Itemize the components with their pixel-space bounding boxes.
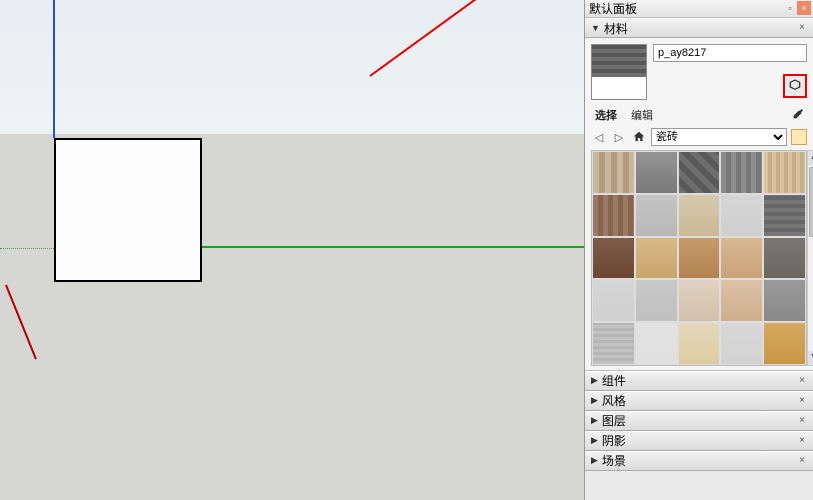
material-thumb[interactable] <box>635 237 678 280</box>
material-thumb[interactable] <box>592 194 635 237</box>
section-head-collapsed[interactable]: ▶ 阴影 × <box>585 431 813 451</box>
cube-plus-icon <box>787 78 803 94</box>
scroll-down-icon[interactable]: ▼ <box>808 351 813 365</box>
material-thumb[interactable] <box>720 322 763 365</box>
expand-triangle-icon: ▶ <box>591 415 598 426</box>
material-thumb[interactable] <box>592 151 635 194</box>
tray-title: 默认面板 <box>589 0 637 17</box>
close-tray-button[interactable]: × <box>797 1 811 15</box>
axis-blue <box>53 0 55 138</box>
library-details-button[interactable] <box>791 129 807 145</box>
materials-body: p_ay8217 选择 编辑 ◁ ▷ 瓷砖 <box>585 38 813 371</box>
nav-forward-button[interactable]: ▷ <box>611 129 627 145</box>
material-thumb[interactable] <box>720 237 763 280</box>
section-label: 阴影 <box>602 432 626 449</box>
tab-select[interactable]: 选择 <box>593 106 619 124</box>
material-thumb[interactable] <box>678 279 721 322</box>
material-thumb[interactable] <box>678 322 721 365</box>
section-head-collapsed[interactable]: ▶ 风格 × <box>585 391 813 411</box>
material-thumb[interactable] <box>635 322 678 365</box>
section-close-button[interactable]: × <box>795 414 809 428</box>
material-thumb[interactable] <box>635 194 678 237</box>
section-head-collapsed[interactable]: ▶ 场景 × <box>585 451 813 471</box>
model-face[interactable] <box>54 138 202 282</box>
section-head-collapsed[interactable]: ▶ 图层 × <box>585 411 813 431</box>
material-thumbnail-grid <box>591 150 807 366</box>
section-close-button[interactable]: × <box>795 374 809 388</box>
material-thumb[interactable] <box>763 279 806 322</box>
expand-triangle-icon: ▶ <box>591 455 598 466</box>
material-thumb[interactable] <box>635 151 678 194</box>
library-select[interactable]: 瓷砖 <box>651 128 787 146</box>
section-close-button[interactable]: × <box>795 434 809 448</box>
section-label: 组件 <box>602 372 626 389</box>
create-material-button[interactable] <box>783 74 807 98</box>
material-thumb[interactable] <box>592 279 635 322</box>
section-head-collapsed[interactable]: ▶ 组件 × <box>585 371 813 391</box>
nav-back-button[interactable]: ◁ <box>591 129 607 145</box>
section-label: 材料 <box>604 20 628 37</box>
axis-green <box>200 246 584 248</box>
swatch-preview-bottom <box>592 77 646 99</box>
section-close-button[interactable]: × <box>795 454 809 468</box>
current-material-swatch[interactable] <box>591 44 647 100</box>
collapse-triangle-icon: ▼ <box>591 23 600 33</box>
material-thumb[interactable] <box>763 322 806 365</box>
eyedropper-icon[interactable] <box>789 107 805 123</box>
sky-background <box>0 0 584 134</box>
material-thumb[interactable] <box>635 279 678 322</box>
section-label: 图层 <box>602 412 626 429</box>
material-thumb[interactable] <box>678 194 721 237</box>
material-thumb[interactable] <box>678 237 721 280</box>
material-thumb[interactable] <box>592 322 635 365</box>
default-tray: 默认面板 ▫ × ▼ 材料 × p_ay8217 <box>584 0 813 500</box>
section-label: 风格 <box>602 392 626 409</box>
material-thumb[interactable] <box>678 151 721 194</box>
material-thumb[interactable] <box>763 194 806 237</box>
material-thumb[interactable] <box>592 237 635 280</box>
tray-title-bar[interactable]: 默认面板 ▫ × <box>585 0 813 18</box>
expand-triangle-icon: ▶ <box>591 375 598 386</box>
materials-tabs: 选择 编辑 <box>591 106 807 124</box>
scroll-up-icon[interactable]: ▲ <box>808 151 813 165</box>
section-head-materials[interactable]: ▼ 材料 × <box>585 18 813 38</box>
collapsed-sections: ▶ 组件 × ▶ 风格 × ▶ 图层 × ▶ 阴影 × ▶ 场景 × <box>585 371 813 471</box>
expand-triangle-icon: ▶ <box>591 395 598 406</box>
expand-triangle-icon: ▶ <box>591 435 598 446</box>
library-nav: ◁ ▷ 瓷砖 <box>591 128 807 146</box>
material-thumb[interactable] <box>720 151 763 194</box>
material-thumb[interactable] <box>720 194 763 237</box>
material-thumb[interactable] <box>720 279 763 322</box>
scroll-thumb[interactable] <box>809 167 813 237</box>
pin-icon[interactable]: ▫ <box>783 1 797 15</box>
section-close-button[interactable]: × <box>795 394 809 408</box>
tab-edit[interactable]: 编辑 <box>629 106 655 124</box>
material-name-input[interactable]: p_ay8217 <box>653 44 807 62</box>
section-label: 场景 <box>602 452 626 469</box>
material-thumb[interactable] <box>763 151 806 194</box>
material-thumb[interactable] <box>763 237 806 280</box>
scroll-track[interactable] <box>808 165 813 351</box>
section-close-button[interactable]: × <box>795 21 809 35</box>
nav-home-button[interactable] <box>631 129 647 145</box>
home-icon <box>632 130 646 144</box>
thumbnail-scrollbar[interactable]: ▲ ▼ <box>807 150 813 366</box>
swatch-preview-top <box>592 45 646 77</box>
viewport-3d[interactable] <box>0 0 584 500</box>
